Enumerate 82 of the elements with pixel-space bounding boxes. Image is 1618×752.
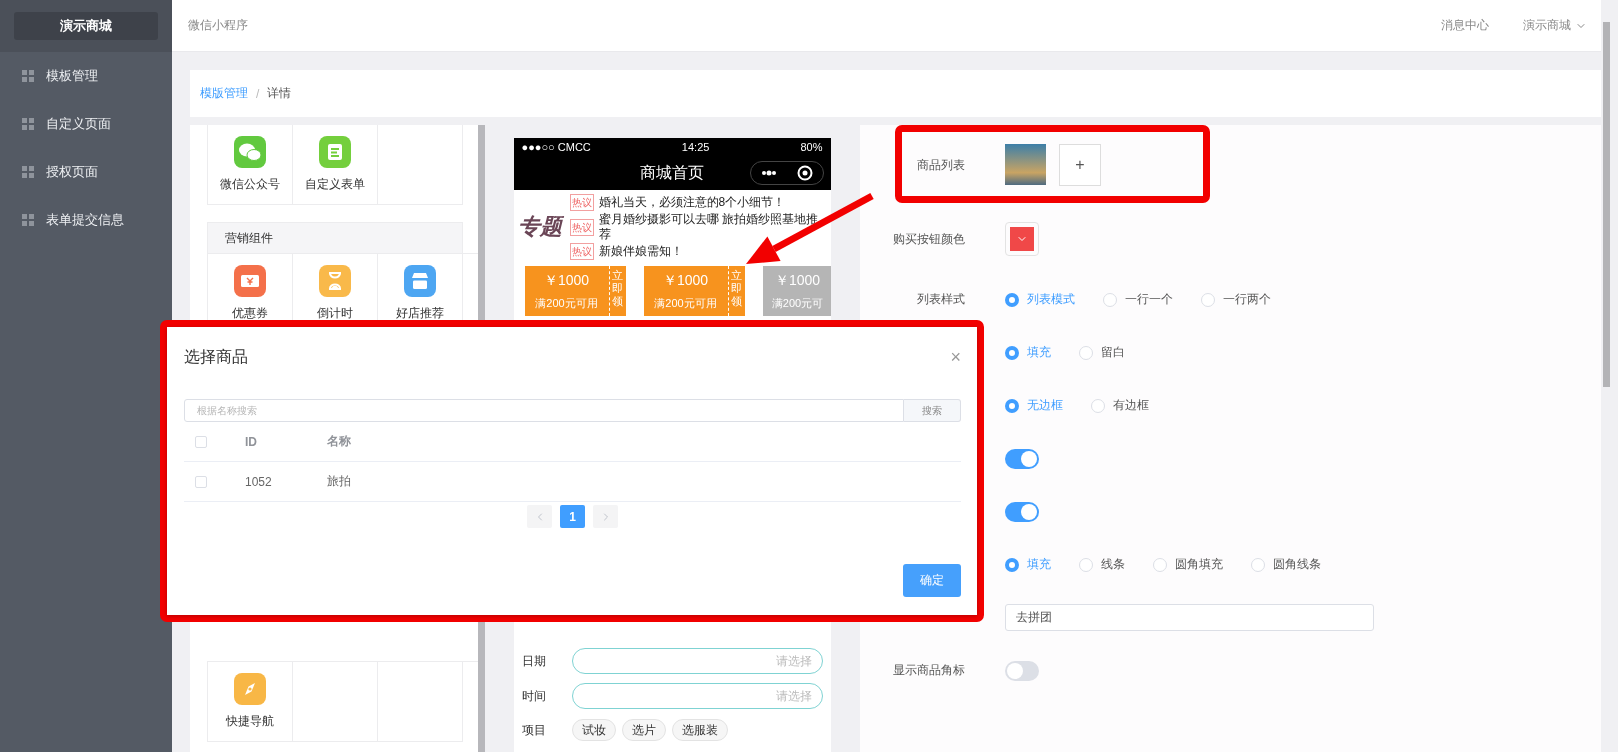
select-field[interactable]: 请选择 xyxy=(571,648,823,674)
toggle-switch[interactable] xyxy=(1005,660,1039,681)
scrollbar[interactable] xyxy=(1603,22,1610,387)
topic-headline[interactable]: 婚礼当天，必须注意的8个小细节！ xyxy=(598,195,786,210)
component-label: 好店推荐 xyxy=(396,305,444,322)
more-icon xyxy=(760,170,777,176)
setting-label: 商品列表 xyxy=(916,156,965,174)
table-cell-text: 1052 xyxy=(245,474,273,489)
hourglass-icon xyxy=(319,265,351,297)
checkbox[interactable] xyxy=(195,475,207,488)
account-menu[interactable]: 演示商城 xyxy=(1523,17,1587,34)
add-button[interactable]: + xyxy=(1059,144,1101,186)
radio-option[interactable]: 一行一个 xyxy=(1103,291,1173,308)
grid-icon xyxy=(22,118,34,130)
hot-tag: 热议 xyxy=(569,218,594,236)
sidebar-item[interactable]: 模板管理 xyxy=(0,52,172,100)
breadcrumb-current: 详情 xyxy=(267,85,292,102)
prev-page-button[interactable] xyxy=(527,505,552,528)
component-label: 倒计时 xyxy=(317,305,353,322)
grid-icon xyxy=(22,70,34,82)
column-header: 名称 xyxy=(327,433,352,450)
ticket-icon xyxy=(234,265,266,297)
brand-label: 演示商城 xyxy=(14,12,158,40)
option-chip[interactable]: 试妆 xyxy=(571,719,616,741)
sidebar-item[interactable]: 表单提交信息 xyxy=(0,196,172,244)
target-icon xyxy=(796,165,813,181)
component-label: 快捷导航 xyxy=(226,713,274,730)
chat-bubbles-icon xyxy=(234,136,266,168)
nav-bar: 商城首页 xyxy=(513,156,831,190)
header-link[interactable]: 消息中心 xyxy=(1441,17,1489,34)
photo-placeholder xyxy=(1005,144,1046,185)
hot-tag: 热议 xyxy=(569,194,594,211)
status-bar: ●●●○○ CMCC 14:25 80% xyxy=(513,138,831,156)
select-field[interactable]: 请选择 xyxy=(571,683,823,709)
section-header: 营销组件 xyxy=(207,222,463,253)
sidebar-item[interactable]: 授权页面 xyxy=(0,148,172,196)
dialog-title: 选择商品 xyxy=(184,346,248,367)
radio-option[interactable]: 圆角线条 xyxy=(1251,556,1321,573)
topic-title: 专题 xyxy=(517,213,564,241)
option-chip[interactable]: 选片 xyxy=(621,719,666,741)
header-title: 微信小程序 xyxy=(188,17,248,34)
radio-option[interactable]: 有边框 xyxy=(1091,397,1149,414)
component-label: 自定义表单 xyxy=(305,176,365,193)
form-label: 项目 xyxy=(521,721,546,739)
checkbox[interactable] xyxy=(195,435,207,448)
search-button[interactable]: 搜索 xyxy=(904,399,961,422)
text-field[interactable]: 去拼团 xyxy=(1005,604,1374,631)
form-label: 时间 xyxy=(521,687,546,705)
next-page-button[interactable] xyxy=(593,505,618,528)
grid-icon xyxy=(22,166,34,178)
search-field[interactable]: 根据名称搜索 xyxy=(184,399,904,422)
sidebar-item[interactable]: 自定义页面 xyxy=(0,100,172,148)
toggle-switch[interactable] xyxy=(1005,448,1039,469)
radio-option[interactable]: 圆角填充 xyxy=(1153,556,1223,573)
radio-button[interactable] xyxy=(1005,557,1019,572)
component-tile[interactable]: 快捷导航 xyxy=(208,662,293,742)
component-label: 微信公众号 xyxy=(220,176,280,193)
setting-label: 购买按钮颜色 xyxy=(892,230,965,248)
breadcrumb-separator: / xyxy=(256,86,260,101)
option-chip[interactable]: 选服装 xyxy=(671,719,728,741)
topic-headline[interactable]: 新娘伴娘需知！ xyxy=(598,244,683,259)
component-label: 优惠券 xyxy=(232,305,268,322)
component-tile[interactable]: 微信公众号 xyxy=(208,125,293,205)
radio-option[interactable]: 留白 xyxy=(1079,344,1125,361)
radio-button[interactable] xyxy=(1005,345,1019,360)
topic-headline[interactable]: 蜜月婚纱摄影可以去哪 旅拍婚纱照基地推荐 xyxy=(598,212,823,242)
table-cell-text: 旅拍 xyxy=(327,473,352,490)
toggle-switch[interactable] xyxy=(1005,501,1039,522)
setting-label: 显示商品角标 xyxy=(892,662,965,679)
setting-label: 列表样式 xyxy=(916,291,965,308)
form-label: 日期 xyxy=(521,652,546,670)
column-header: ID xyxy=(245,434,258,449)
grid-icon xyxy=(22,214,34,226)
form-icon xyxy=(319,136,351,168)
radio-option[interactable]: 线条 xyxy=(1079,556,1125,573)
radio-option[interactable]: 一行两个 xyxy=(1201,291,1271,308)
radio-button[interactable] xyxy=(1005,398,1019,413)
radio-button[interactable] xyxy=(1005,292,1019,307)
component-tile[interactable]: 自定义表单 xyxy=(293,125,378,205)
compass-icon xyxy=(234,673,266,705)
shop-icon xyxy=(404,265,436,297)
hot-tag: 热议 xyxy=(569,243,594,260)
